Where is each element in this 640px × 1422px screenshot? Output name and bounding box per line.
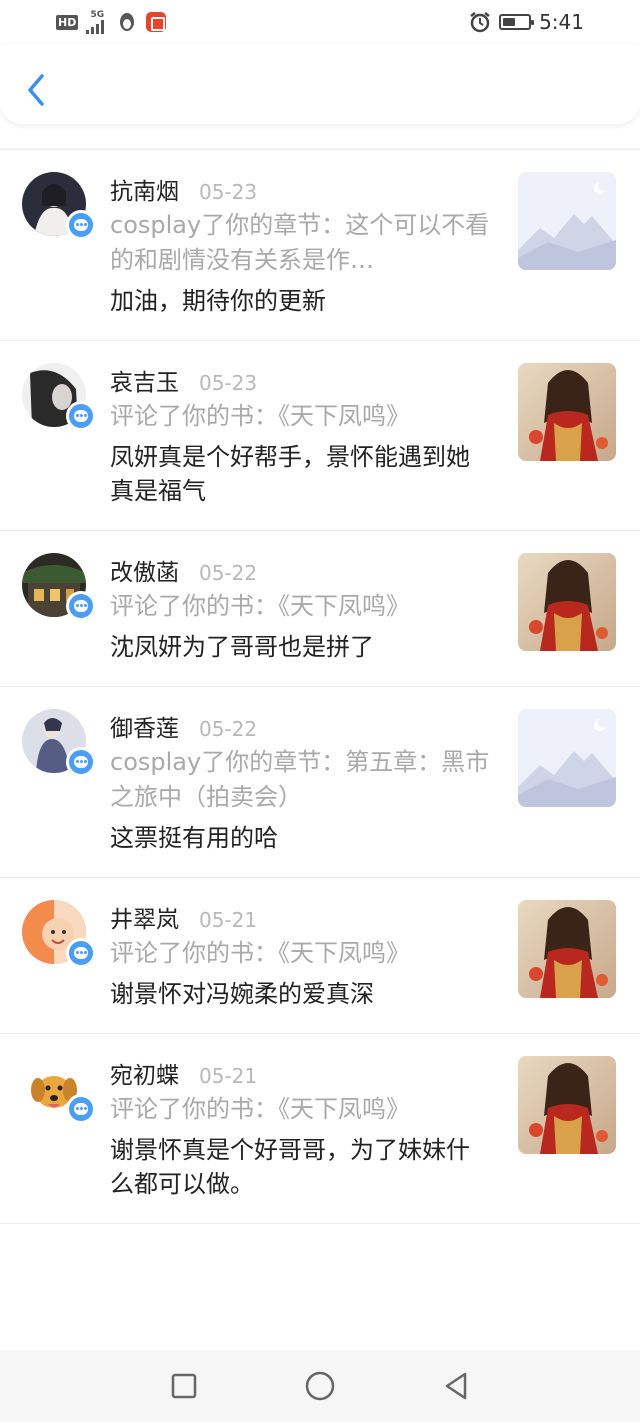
notification-item[interactable]: 抗南烟 05-23 cosplay了你的章节：这个可以不看的和剧情没有关系是作… 加油… <box>0 150 640 341</box>
notification-item[interactable]: 御香莲 05-22 cosplay了你的章节：第五章：黑市之旅中（拍卖会） 这票挺有用… <box>0 687 640 878</box>
user-name[interactable]: 井翠岚 <box>110 900 179 934</box>
notification-action: cosplay了你的章节：第五章：黑市之旅中（拍卖会） <box>110 748 490 811</box>
home-button[interactable] <box>300 1366 340 1406</box>
book-cover-thumbnail[interactable] <box>518 363 616 461</box>
book-cover-thumbnail[interactable] <box>518 553 616 651</box>
comment-text: 这票挺有用的哈 <box>110 824 278 852</box>
notification-action: 评论了你的书：《天下凤鸣》 <box>110 1095 410 1123</box>
comment-badge-icon <box>66 401 96 431</box>
penguin-icon <box>120 13 135 31</box>
comment-text: 凤妍真是个好帮手，景怀能遇到她真是福气 <box>110 443 470 505</box>
comment-badge-icon <box>66 938 96 968</box>
notification-date: 05-21 <box>199 908 258 932</box>
hd-icon: HD <box>56 14 79 30</box>
status-time: 5:41 <box>539 10 584 34</box>
status-left: HD 5G <box>56 9 167 34</box>
user-name[interactable]: 哀吉玉 <box>110 363 179 397</box>
back-button[interactable] <box>20 70 52 110</box>
user-name[interactable]: 宛初蝶 <box>110 1056 179 1090</box>
battery-icon <box>499 14 535 30</box>
comment-text: 谢景怀真是个好哥哥，为了妹妹什么都可以做。 <box>110 1136 470 1198</box>
notification-date: 05-22 <box>199 717 258 741</box>
network-label: 5G <box>90 9 105 20</box>
comment-text: 加油，期待你的更新 <box>110 287 326 315</box>
comment-badge-icon <box>66 747 96 777</box>
notification-item[interactable]: 井翠岚 05-21 评论了你的书：《天下凤鸣》 谢景怀对冯婉柔的爱真深 <box>0 878 640 1034</box>
signal-bars-icon <box>86 19 105 34</box>
notification-item[interactable]: 宛初蝶 05-21 评论了你的书：《天下凤鸣》谢景怀真是个好哥哥，为了妹妹什么都可以… <box>0 1034 640 1224</box>
comment-text: 沈凤妍为了哥哥也是拼了 <box>110 633 374 661</box>
book-cover-thumbnail[interactable] <box>518 900 616 998</box>
chevron-left-icon <box>28 74 44 106</box>
status-bar: HD 5G 5:41 <box>0 0 640 44</box>
placeholder-image-thumbnail[interactable] <box>518 709 616 807</box>
app-notification-icon <box>146 12 167 32</box>
square-icon <box>171 1373 197 1399</box>
alarm-icon <box>470 12 490 33</box>
notification-item[interactable]: 哀吉玉 05-23 评论了你的书：《天下凤鸣》凤妍真是个好帮手，景怀能遇到她真是福气 <box>0 341 640 531</box>
placeholder-image-thumbnail[interactable] <box>518 172 616 270</box>
notification-date: 05-21 <box>199 1064 258 1088</box>
system-back-button[interactable] <box>436 1366 476 1406</box>
notification-action: 评论了你的书：《天下凤鸣》 <box>110 592 410 620</box>
notification-action: 评论了你的书：《天下凤鸣》 <box>110 402 410 430</box>
notification-action: cosplay了你的章节：这个可以不看的和剧情没有关系是作… <box>110 211 490 274</box>
recent-apps-button[interactable] <box>164 1366 204 1406</box>
circle-icon <box>305 1371 335 1401</box>
system-nav-bar <box>0 1350 640 1422</box>
notification-date: 05-23 <box>199 180 258 204</box>
notification-item[interactable]: 改傲菡 05-22 评论了你的书：《天下凤鸣》 沈凤妍为了哥哥也是拼了 <box>0 531 640 687</box>
user-name[interactable]: 御香莲 <box>110 709 179 743</box>
signal-icon: 5G <box>86 9 108 34</box>
triangle-back-icon <box>445 1372 467 1400</box>
comment-badge-icon <box>66 210 96 240</box>
notification-list: 抗南烟 05-23 cosplay了你的章节：这个可以不看的和剧情没有关系是作… 加油… <box>0 150 640 1224</box>
notification-action: 评论了你的书：《天下凤鸣》 <box>110 939 410 967</box>
status-right: 5:41 <box>469 10 584 34</box>
notification-date: 05-23 <box>199 371 258 395</box>
comment-text: 谢景怀对冯婉柔的爱真深 <box>110 980 374 1008</box>
user-name[interactable]: 改傲菡 <box>110 553 179 587</box>
notification-date: 05-22 <box>199 561 258 585</box>
battery-level <box>503 18 516 26</box>
header <box>0 44 640 124</box>
comment-badge-icon <box>66 1094 96 1124</box>
book-cover-thumbnail[interactable] <box>518 1056 616 1154</box>
user-name[interactable]: 抗南烟 <box>110 172 179 206</box>
comment-badge-icon <box>66 591 96 621</box>
